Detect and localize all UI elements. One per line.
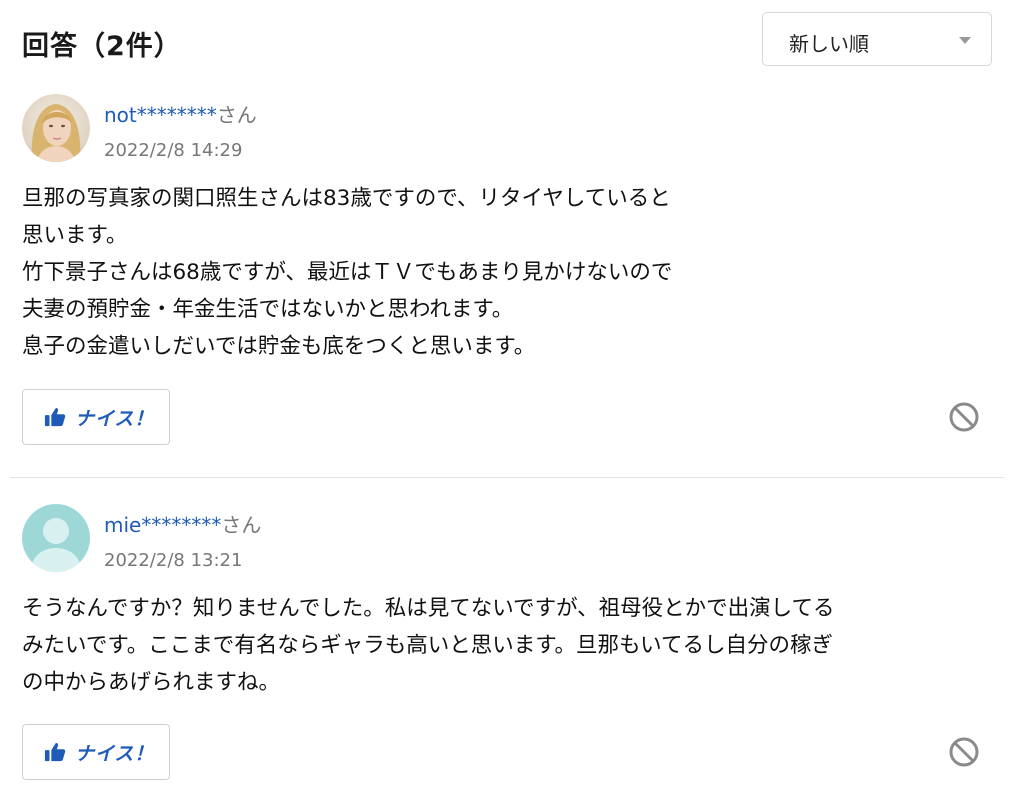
user-name-link[interactable]: not******** (104, 103, 217, 127)
block-icon[interactable] (947, 400, 981, 434)
answer-body-line: 思います。 (22, 223, 128, 248)
answer-divider (10, 477, 1004, 478)
sort-select[interactable]: 新しい順 (762, 12, 992, 66)
answer-date: 2022/2/8 13:21 (104, 550, 243, 571)
answer-body-line: 息子の金遣いしだいでは貯金も底をつくと思います。 (22, 334, 536, 359)
user-name-line: mie********さん (104, 509, 261, 538)
photo-avatar-icon (22, 94, 90, 162)
answer-body-line: 夫妻の預貯金・年金生活ではないかと思われます。 (22, 297, 514, 322)
honorific: さん (216, 103, 257, 127)
answers-header: 回答（2件） 新しい順 (22, 12, 992, 72)
chevron-down-icon (959, 37, 971, 44)
thumbs-up-icon (44, 742, 66, 762)
answer-body-line: みたいです。ここまで有名ならギャラも高いと思います。旦那もいてるし自分の稼ぎ (22, 633, 833, 658)
user-name-line: not********さん (104, 99, 257, 128)
user-avatar[interactable] (22, 94, 90, 162)
nice-button[interactable]: ナイス！ (22, 389, 170, 445)
user-avatar[interactable] (22, 504, 90, 572)
default-avatar-icon (22, 504, 90, 572)
sort-select-value: 新しい順 (789, 32, 869, 56)
answer-body-line: 竹下景子さんは68歳ですが、最近はＴＶでもあまり見かけないので (22, 260, 673, 285)
honorific: さん (221, 513, 262, 537)
answer-body-line: 旦那の写真家の関口照生さんは83歳ですので、リタイヤしていると (22, 186, 671, 211)
answers-count-title: 回答（2件） (22, 31, 182, 62)
user-name-link[interactable]: mie******** (104, 513, 221, 537)
answer-body-line: の中からあげられますね。 (22, 670, 281, 695)
answer-body: そうなんですか？知りませんでした。私は見てないですが、祖母役とかで出演してる み… (22, 590, 1002, 701)
nice-button[interactable]: ナイス！ (22, 724, 170, 780)
block-icon[interactable] (947, 735, 981, 769)
answer-body: 旦那の写真家の関口照生さんは83歳ですので、リタイヤしていると 思います。 竹下… (22, 180, 1002, 365)
thumbs-up-icon (44, 407, 66, 427)
answer-date: 2022/2/8 14:29 (104, 140, 243, 161)
answer-body-line: そうなんですか？知りませんでした。私は見てないですが、祖母役とかで出演してる (22, 596, 835, 621)
nice-button-label: ナイス！ (75, 743, 155, 765)
nice-button-label: ナイス！ (75, 408, 155, 430)
